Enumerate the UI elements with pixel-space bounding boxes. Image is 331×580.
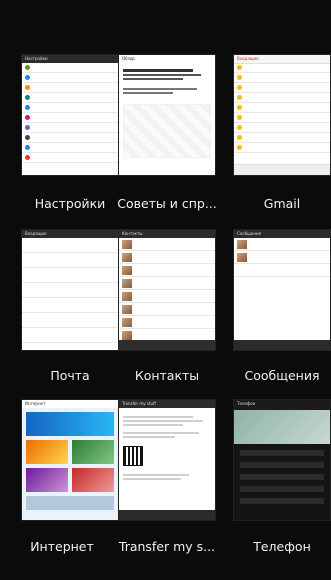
app-label-messages[interactable]: Сообщения [227,368,331,383]
app-card-transfer[interactable]: Transfer my stuff [119,400,215,520]
app-card-content [22,408,118,520]
app-card-content [119,67,215,175]
app-card-messages[interactable]: Сообщения [234,230,330,350]
caller-photo [234,410,330,444]
app-card-bottom-bar [234,164,330,175]
app-card-settings[interactable]: Настройки [22,55,118,175]
app-label-internet[interactable]: Интернет [7,539,117,554]
app-card-content [234,63,330,175]
app-card-content [119,414,215,520]
app-label-tips[interactable]: Советы и спр... [112,196,222,211]
app-card-header: Обзор [119,55,215,63]
app-card-mail[interactable]: Входящие [22,230,118,350]
app-card-header: Transfer my stuff [119,400,215,408]
app-card-content [234,238,330,350]
app-card-bottom-bar [119,340,215,350]
app-card-header: Входящие [22,230,118,238]
app-label-transfer[interactable]: Transfer my s... [112,539,222,554]
app-card-contacts[interactable]: Контакты [119,230,215,350]
app-card-tips[interactable]: Обзор [119,55,215,175]
app-label-settings[interactable]: Настройки [15,196,125,211]
app-card-header: Сообщения [234,230,330,238]
app-card-bottom-bar [234,340,330,350]
app-card-content [22,63,118,175]
app-card-internet[interactable]: Интернет [22,400,118,520]
app-card-header: Телефон [234,400,330,408]
app-label-mail[interactable]: Почта [15,368,125,383]
app-label-gmail[interactable]: Gmail [227,196,331,211]
dialpad [234,444,330,520]
app-card-gmail[interactable]: Входящие [234,55,330,175]
app-card-content [119,238,215,350]
recent-apps-grid: Настройки Настройки Обзор Советы и спр.. [0,0,331,580]
app-label-contacts[interactable]: Контакты [112,368,222,383]
app-card-header: Настройки [22,55,118,63]
app-card-bottom-bar [119,510,215,520]
app-card-header: Контакты [119,230,215,238]
app-label-phone[interactable]: Телефон [227,539,331,554]
app-card-phone[interactable]: Телефон [234,400,330,520]
app-card-content [22,238,118,350]
